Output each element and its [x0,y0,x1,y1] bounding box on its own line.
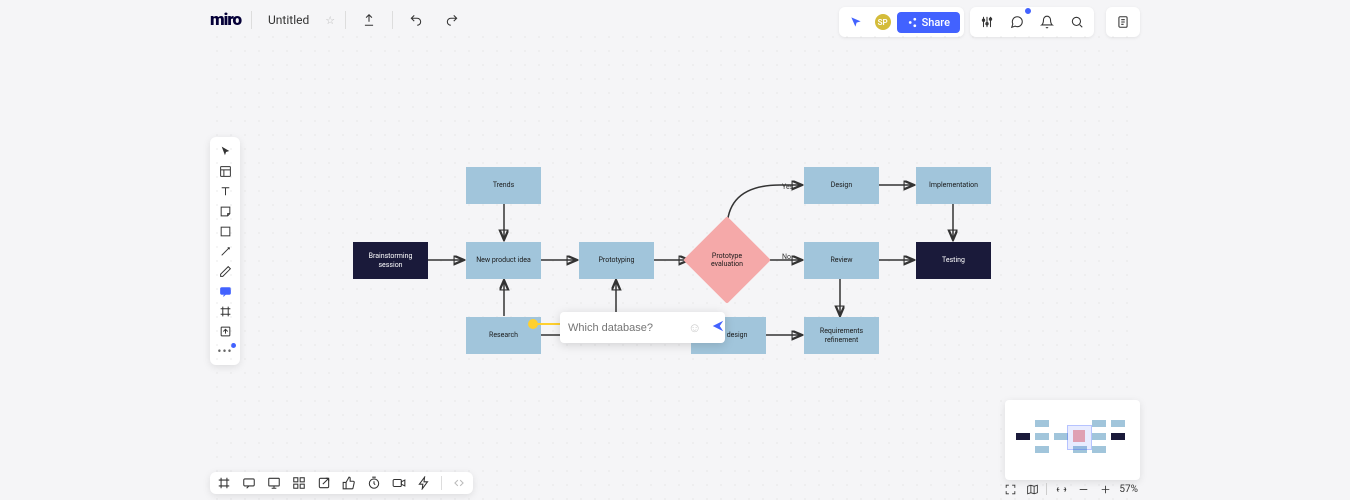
map-toggle-icon[interactable] [1024,481,1040,497]
canvas[interactable]: Brainstorming session Trends New product… [210,30,1140,500]
zoom-level[interactable]: 57% [1119,484,1138,495]
share-link-icon[interactable] [316,475,332,491]
emoji-icon[interactable]: ☺ [688,320,701,336]
zoom-out-button[interactable] [1075,481,1091,497]
fit-icon[interactable] [1053,481,1069,497]
node-evaluation[interactable]: Prototype evaluation [696,229,758,291]
divider [251,11,252,29]
timer-icon[interactable] [366,475,382,491]
send-icon[interactable] [711,318,725,337]
video-icon[interactable] [391,475,407,491]
board-title[interactable]: Untitled [262,10,315,30]
comment-connector [536,323,562,325]
node-implementation[interactable]: Implementation [916,167,991,204]
thumbs-up-icon[interactable] [341,475,357,491]
zoom-controls: 57% [1002,481,1138,497]
edge-label-no: No [782,253,791,261]
share-label: Share [922,16,950,29]
node-testing[interactable]: Testing [916,242,991,279]
edge-label-yes: Yes [782,183,793,191]
comment-input[interactable] [568,322,678,334]
node-brainstorm[interactable]: Brainstorming session [353,242,428,279]
minimap[interactable] [1005,400,1140,480]
comments-panel-icon[interactable] [241,475,257,491]
comment-input-box[interactable]: ☺ [560,312,725,343]
miro-logo: miro [210,10,241,30]
zoom-in-button[interactable] [1097,481,1113,497]
node-new-idea[interactable]: New product idea [466,242,541,279]
apps-icon[interactable] [291,475,307,491]
present-icon[interactable] [266,475,282,491]
divider [392,11,393,29]
avatar[interactable]: SP [873,12,893,32]
divider [345,11,346,29]
node-req-refine[interactable]: Requirements refinement [804,317,879,354]
fullscreen-icon[interactable] [1002,481,1018,497]
node-design[interactable]: Design [804,167,879,204]
frame-list-icon[interactable] [216,475,232,491]
collapse-icon[interactable] [451,475,467,491]
comment-anchor [528,319,538,329]
bottom-toolbar [210,472,473,494]
node-prototyping[interactable]: Prototyping [579,242,654,279]
node-review[interactable]: Review [804,242,879,279]
node-trends[interactable]: Trends [466,167,541,204]
bolt-icon[interactable] [416,475,432,491]
star-icon[interactable]: ☆ [325,14,335,27]
